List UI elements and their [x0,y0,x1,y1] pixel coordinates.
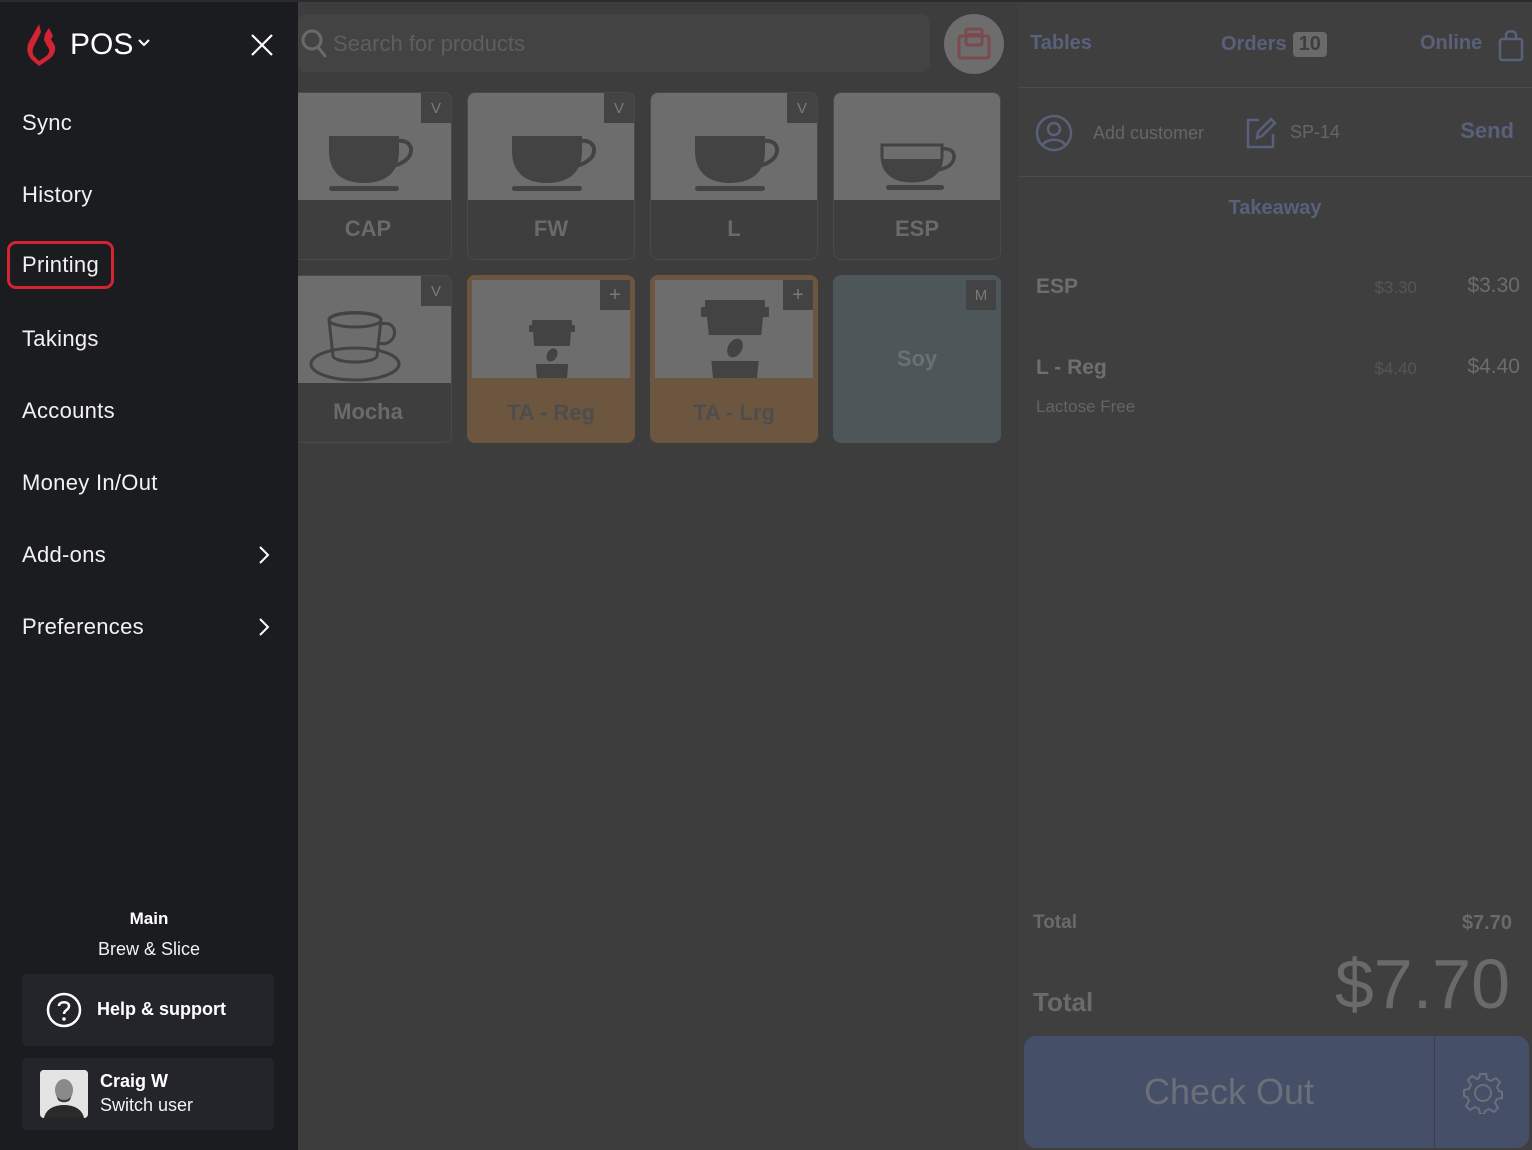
help-icon [46,992,82,1028]
takeaway-cup-icon [529,320,575,378]
help-support-label: Help & support [97,999,226,1019]
variant-badge: V [421,93,451,123]
espresso-cup-icon [880,143,956,190]
product-tile-fw[interactable]: V FW [467,92,635,260]
switch-user-button[interactable]: Craig W Switch user [22,1058,274,1130]
gear-icon [1463,1073,1503,1114]
total-value-small: $7.70 [1461,912,1512,934]
product-label: TA - Lrg [693,399,775,425]
app-name[interactable]: POS [70,28,133,62]
product-tile-ta-lrg[interactable]: + TA - Lrg [650,275,818,443]
order-tabs: Tables Orders 10 Online [1018,2,1532,88]
takeaway-cup-icon [701,300,769,378]
order-type[interactable]: Takeaway [1018,197,1532,220]
printer-icon [957,27,991,60]
edit-icon[interactable] [1245,116,1277,150]
product-tile-ta-reg[interactable]: + TA - Reg [467,275,635,443]
switch-user-label: Switch user [100,1095,194,1115]
help-support-button[interactable]: Help & support [22,974,274,1046]
search-placeholder: Search for products [333,31,525,56]
register-name: Main [129,909,169,928]
product-area: Search for products V CAP V FW V L ESP V… [284,2,1018,1150]
line-name: L - Reg [1036,356,1107,379]
product-tile-esp[interactable]: ESP [833,92,1001,260]
search-icon [301,29,327,58]
sidebar-item-add-ons[interactable]: Add-ons [22,542,106,568]
variant-badge: V [604,93,634,123]
avatar [40,1070,88,1118]
sidebar-item-printing[interactable]: Printing [7,241,114,289]
tab-orders[interactable]: Orders 10 [1221,32,1327,57]
sidebar-item-takings[interactable]: Takings [22,326,99,352]
checkout-options-button[interactable] [1435,1036,1529,1148]
line-name: ESP [1036,275,1079,298]
chevron-down-icon[interactable] [137,38,151,48]
chevron-right-icon [259,618,270,636]
add-badge: + [600,280,630,310]
tab-tables[interactable]: Tables [1030,32,1092,55]
total-label: Total [1033,912,1077,933]
order-reference: SP-14 [1290,122,1341,142]
sidebar-item-accounts[interactable]: Accounts [22,398,115,424]
product-label: ESP [894,215,940,241]
total-value-large: $7.70 [1334,945,1510,1023]
product-label: Soy [896,346,938,371]
product-label: Mocha [333,398,403,424]
cup-icon [329,136,414,191]
line-unit-price: $4.40 [1374,359,1417,378]
variant-badge: V [787,93,817,123]
sidebar-item-history[interactable]: History [22,182,93,208]
customer-avatar-icon[interactable] [1035,114,1073,152]
line-modifier: Lactose Free [1036,397,1136,416]
chevron-right-icon [259,546,270,564]
product-label: L [727,215,741,241]
mug-saucer-icon [309,311,401,382]
cup-icon [695,136,780,191]
send-button[interactable]: Send [1460,118,1514,144]
sidebar-item-money-in-out[interactable]: Money In/Out [22,470,158,496]
tab-online[interactable]: Online [1420,32,1482,55]
product-tile-cap[interactable]: V CAP [284,92,452,260]
product-tile-l[interactable]: V L [650,92,818,260]
product-tile-soy[interactable]: M Soy [833,275,1001,443]
search-input[interactable]: Search for products [298,14,930,72]
sidebar-item-sync[interactable]: Sync [22,110,72,136]
variant-badge: V [421,276,451,306]
line-total: $3.30 [1467,274,1520,297]
total-label-large: Total [1033,987,1094,1017]
customer-row: Add customer SP-14 Send [1018,88,1532,177]
product-tile-mocha[interactable]: V Mocha [284,275,452,443]
tab-orders-label: Orders [1221,33,1287,55]
line-unit-price: $3.30 [1374,278,1417,297]
add-customer-button[interactable]: Add customer [1093,123,1204,144]
line-total: $4.40 [1467,355,1520,378]
product-label: FW [533,215,569,241]
shopping-bag-icon[interactable] [1498,28,1524,62]
store-name: Brew & Slice [97,939,201,959]
lightspeed-logo-icon [27,24,56,66]
sidebar-menu: POS Sync History Printing Takings Accoun… [0,2,298,1150]
cup-icon [512,136,597,191]
user-name: Craig W [100,1071,169,1091]
order-panel: Tables Orders 10 Online Add customer SP-1… [1018,2,1532,1150]
check-out-button[interactable]: Check Out [1024,1036,1434,1148]
product-label: TA - Reg [507,399,595,425]
add-badge: + [783,280,813,310]
product-label: CAP [344,215,392,241]
close-icon[interactable] [251,34,273,56]
orders-count-badge: 10 [1292,32,1327,57]
print-button[interactable] [944,14,1004,74]
sidebar-item-preferences[interactable]: Preferences [22,614,144,640]
